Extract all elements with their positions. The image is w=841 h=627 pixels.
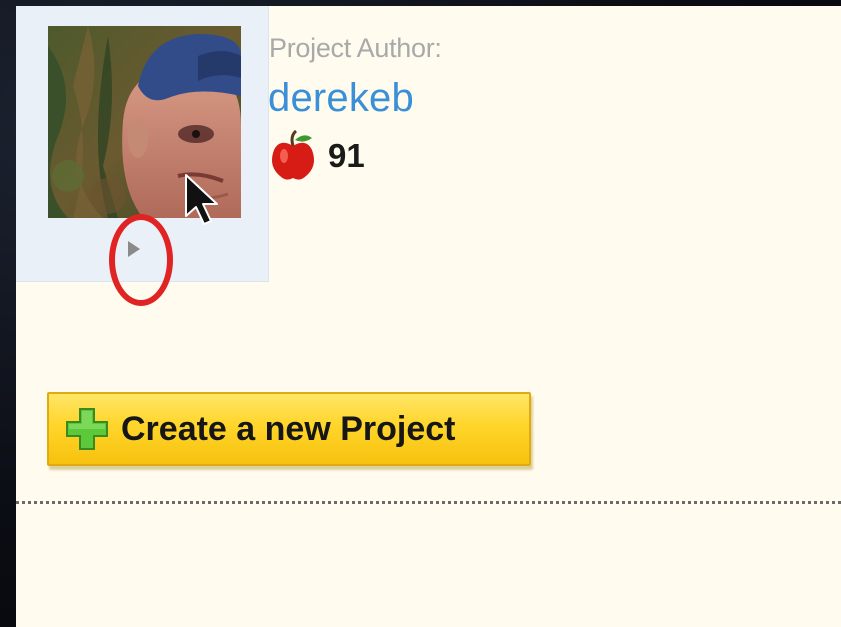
avatar[interactable] — [48, 26, 241, 218]
score-value: 91 — [328, 137, 365, 174]
author-username-link[interactable]: derekeb — [268, 76, 414, 121]
divider — [16, 501, 841, 504]
create-new-project-button[interactable]: Create a new Project — [47, 392, 531, 466]
apple-icon — [270, 130, 316, 182]
score-row: 91 — [270, 128, 365, 184]
create-new-project-label: Create a new Project — [121, 409, 456, 448]
author-label: Project Author: — [269, 33, 442, 63]
highlight-circle — [109, 214, 173, 306]
plus-icon — [49, 405, 111, 453]
author-panel: Project Author: derekeb 91 Create a new … — [16, 6, 841, 627]
